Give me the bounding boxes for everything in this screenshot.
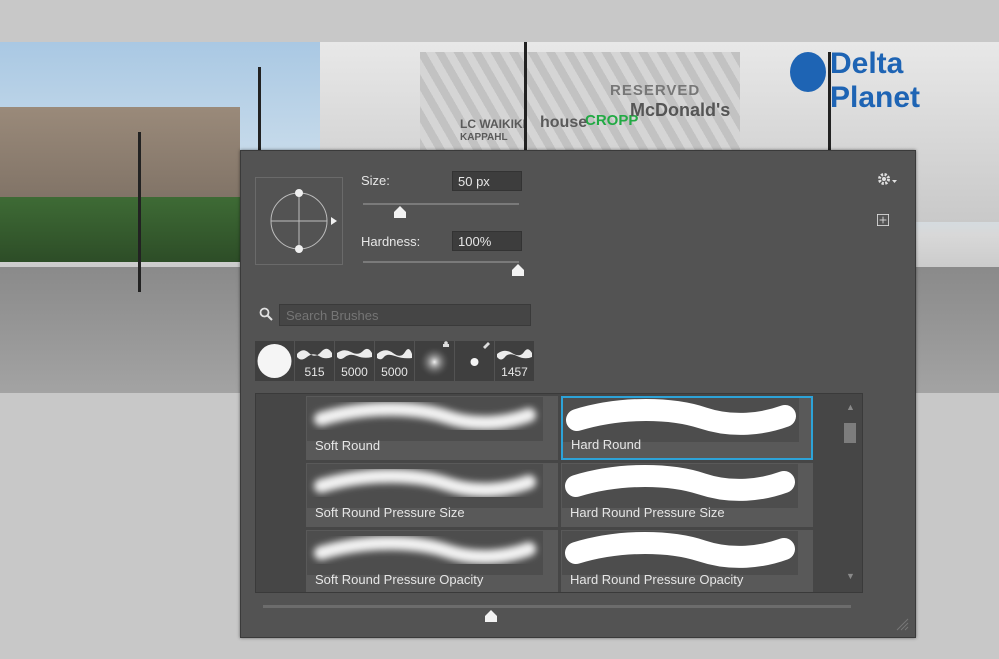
rough-brush-stroke-icon bbox=[297, 348, 332, 360]
brush-name: Hard Round Pressure Opacity bbox=[570, 572, 744, 587]
preview-size-slider-thumb[interactable] bbox=[485, 610, 497, 622]
size-slider-track[interactable] bbox=[363, 203, 519, 205]
resize-grip-icon[interactable] bbox=[895, 617, 909, 631]
hard-stroke-icon bbox=[565, 465, 795, 501]
street-lamp bbox=[138, 132, 141, 292]
sign-kappahl: KAPPAHL bbox=[460, 132, 508, 143]
hardness-field[interactable]: 100% bbox=[452, 231, 522, 251]
brush-stroke-preview bbox=[307, 531, 543, 575]
size-label: Size: bbox=[361, 173, 390, 188]
street-lamp bbox=[524, 42, 527, 152]
brush-item-hard-round-pressure-size[interactable]: Hard Round Pressure Size bbox=[561, 463, 813, 527]
recent-brush-soft-round[interactable] bbox=[415, 341, 454, 381]
brush-stroke-preview bbox=[307, 397, 543, 441]
brush-item-soft-round[interactable]: Soft Round bbox=[306, 396, 558, 460]
size-slider-thumb[interactable] bbox=[394, 206, 406, 218]
recent-brush-515[interactable]: 515 bbox=[295, 341, 334, 381]
recent-brushes: 515 5000 5000 1457 bbox=[255, 341, 534, 381]
brush-list: Soft Round Hard Round Soft Round Pressur… bbox=[255, 393, 863, 593]
brush-size-label: 515 bbox=[304, 365, 325, 379]
brush-preset-picker: Size: 50 px Hardness: 100% Search Brushe… bbox=[240, 150, 916, 638]
brush-name: Soft Round bbox=[315, 438, 381, 453]
size-field[interactable]: 50 px bbox=[452, 171, 522, 191]
search-icon bbox=[259, 307, 273, 321]
sign-reserved: RESERVED bbox=[610, 82, 701, 99]
sign-lc-waikiki: LC WAIKIKI bbox=[460, 117, 526, 131]
delta-planet-sign: Delta Planet bbox=[830, 47, 921, 114]
brush-item-hard-round[interactable]: Hard Round bbox=[561, 396, 813, 460]
recent-brush-hard-round[interactable] bbox=[255, 341, 294, 381]
preview-size-slider-track[interactable] bbox=[263, 605, 851, 608]
brush-stroke-preview bbox=[563, 398, 799, 442]
soft-round-tip-icon bbox=[418, 341, 451, 378]
delta-planet-logo-mark bbox=[790, 52, 826, 92]
soft-stroke-icon bbox=[314, 402, 536, 430]
scroll-down-icon[interactable]: ▼ bbox=[846, 571, 855, 581]
rough-brush-stroke-icon bbox=[337, 348, 372, 359]
recent-brush-1457[interactable]: 1457 bbox=[495, 341, 534, 381]
brush-size-label: 5000 bbox=[381, 365, 408, 379]
recent-brush-5000-a[interactable]: 5000 bbox=[335, 341, 374, 381]
small-round-tip-icon bbox=[470, 342, 490, 366]
street-lamp bbox=[828, 52, 831, 152]
brush-list-scrollbar-thumb[interactable] bbox=[844, 423, 856, 443]
hard-round-tip-icon bbox=[255, 341, 294, 381]
hardness-slider-thumb[interactable] bbox=[512, 264, 524, 276]
brush-name: Soft Round Pressure Size bbox=[315, 505, 465, 520]
plus-square-icon[interactable] bbox=[877, 214, 889, 226]
brush-stroke-preview bbox=[562, 531, 798, 575]
brush-item-soft-round-pressure-size[interactable]: Soft Round Pressure Size bbox=[306, 463, 558, 527]
sign-mcdonalds: McDonald's bbox=[630, 100, 731, 120]
recent-brush-small-round[interactable] bbox=[455, 341, 494, 381]
soft-stroke-icon bbox=[314, 536, 536, 564]
brush-stroke-preview bbox=[307, 464, 543, 508]
sign-house: house bbox=[540, 114, 588, 131]
brush-item-hard-round-pressure-opacity[interactable]: Hard Round Pressure Opacity bbox=[561, 530, 813, 592]
hardness-label: Hardness: bbox=[361, 234, 421, 249]
brush-item-soft-round-pressure-opacity[interactable]: Soft Round Pressure Opacity bbox=[306, 530, 558, 592]
brush-name: Hard Round bbox=[571, 437, 642, 452]
gear-icon[interactable] bbox=[877, 171, 899, 187]
rough-brush-stroke-icon bbox=[377, 348, 412, 360]
brush-size-label: 1457 bbox=[501, 365, 528, 379]
hardness-slider-track[interactable] bbox=[363, 261, 519, 263]
hard-stroke-icon bbox=[565, 532, 795, 568]
brush-name: Soft Round Pressure Opacity bbox=[315, 572, 484, 587]
brush-tip-preview[interactable] bbox=[255, 177, 343, 265]
soft-stroke-icon bbox=[314, 469, 536, 497]
rough-brush-stroke-icon bbox=[497, 349, 532, 360]
brush-name: Hard Round Pressure Size bbox=[570, 505, 725, 520]
search-brushes-input[interactable] bbox=[279, 304, 531, 326]
recent-brush-5000-b[interactable]: 5000 bbox=[375, 341, 414, 381]
tree-row bbox=[0, 197, 240, 262]
hard-stroke-icon bbox=[566, 399, 796, 435]
brush-stroke-preview bbox=[562, 464, 798, 508]
brush-size-label: 5000 bbox=[341, 365, 368, 379]
scroll-up-icon[interactable]: ▲ bbox=[846, 402, 855, 412]
brush-angle-icon bbox=[270, 189, 337, 253]
